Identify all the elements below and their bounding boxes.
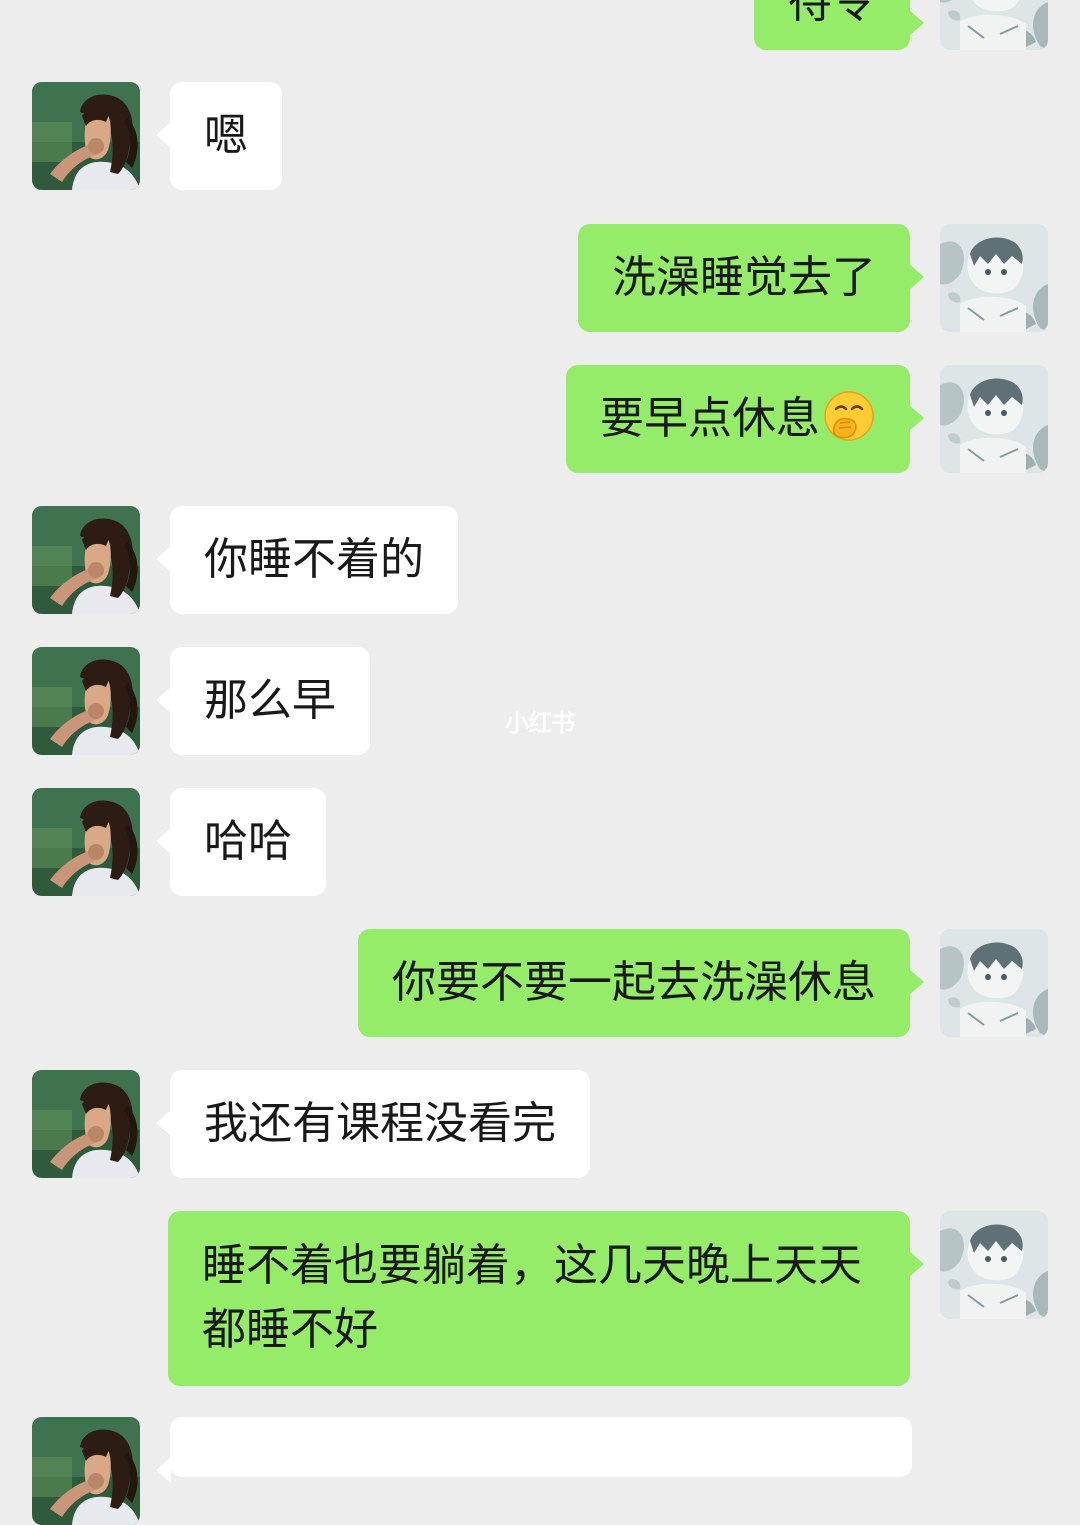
outgoing-message-bubble[interactable]: 洗澡睡觉去了	[578, 224, 924, 332]
self-avatar[interactable]	[940, 365, 1048, 473]
self-avatar[interactable]	[940, 929, 1048, 1037]
contact-avatar[interactable]	[32, 1070, 140, 1178]
girl-photo-avatar-icon	[32, 647, 140, 755]
incoming-message-bubble[interactable]	[156, 1417, 912, 1483]
message-text: 睡不着也要躺着，这几天晚上天天都睡不好	[202, 1240, 862, 1355]
contact-avatar[interactable]	[32, 1417, 140, 1525]
outgoing-message-bubble[interactable]: 要早点休息	[566, 365, 924, 473]
incoming-message-bubble[interactable]: 哈哈	[156, 788, 326, 896]
message-text: 要早点休息	[600, 393, 820, 444]
message-text: 我还有课程没看完	[204, 1098, 556, 1149]
message-text: 待令	[788, 0, 876, 28]
message-text: 你睡不着的	[204, 534, 424, 585]
outgoing-message-bubble[interactable]: 睡不着也要躺着，这几天晚上天天都睡不好	[168, 1211, 924, 1386]
girl-photo-avatar-icon	[32, 82, 140, 190]
anime-boy-avatar-icon	[940, 0, 1048, 50]
contact-avatar[interactable]	[32, 647, 140, 755]
anime-boy-avatar-icon	[940, 224, 1048, 332]
contact-avatar[interactable]	[32, 82, 140, 190]
anime-boy-avatar-icon	[940, 365, 1048, 473]
contact-avatar[interactable]	[32, 506, 140, 614]
incoming-message-bubble[interactable]: 那么早	[156, 647, 370, 755]
girl-photo-avatar-icon	[32, 788, 140, 896]
outgoing-message-bubble[interactable]: 待令	[754, 0, 924, 50]
self-avatar[interactable]	[940, 0, 1048, 50]
hand-over-mouth-emoji-icon	[824, 391, 874, 441]
girl-photo-avatar-icon	[32, 1417, 140, 1525]
message-text: 你要不要一起去洗澡休息	[392, 957, 876, 1008]
anime-boy-avatar-icon	[940, 1211, 1048, 1319]
message-text: 那么早	[204, 675, 336, 726]
girl-photo-avatar-icon	[32, 506, 140, 614]
message-text: 洗澡睡觉去了	[612, 252, 876, 303]
self-avatar[interactable]	[940, 224, 1048, 332]
incoming-message-bubble[interactable]: 嗯	[156, 82, 282, 190]
contact-avatar[interactable]	[32, 788, 140, 896]
incoming-message-bubble[interactable]: 我还有课程没看完	[156, 1070, 590, 1178]
incoming-message-bubble[interactable]: 你睡不着的	[156, 506, 458, 614]
anime-boy-avatar-icon	[940, 929, 1048, 1037]
outgoing-message-bubble[interactable]: 你要不要一起去洗澡休息	[358, 929, 924, 1037]
self-avatar[interactable]	[940, 1211, 1048, 1319]
message-text: 哈哈	[204, 816, 292, 867]
xiaohongshu-watermark: 小红书	[505, 709, 575, 737]
girl-photo-avatar-icon	[32, 1070, 140, 1178]
message-text: 嗯	[204, 110, 248, 161]
